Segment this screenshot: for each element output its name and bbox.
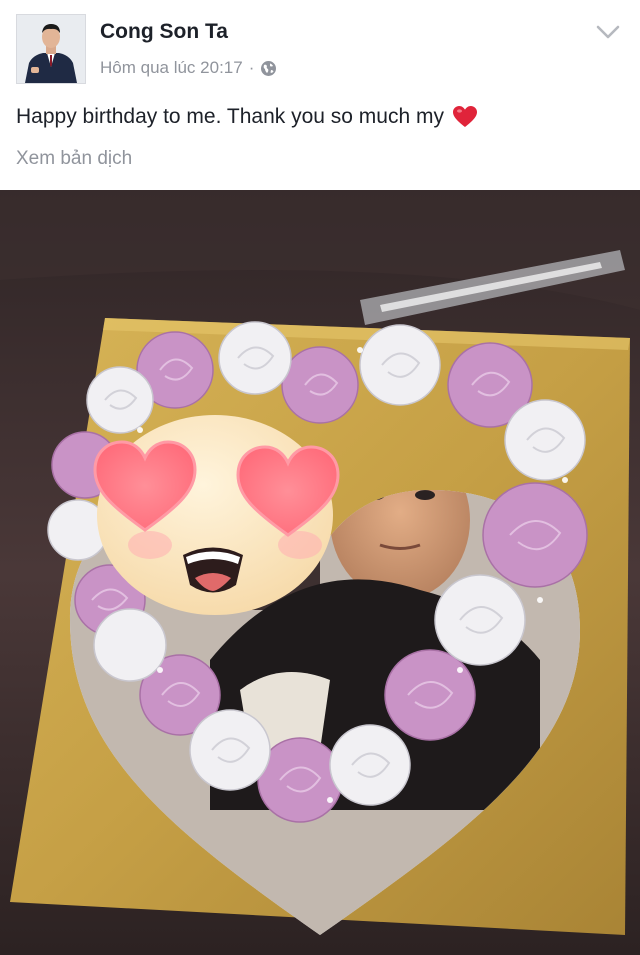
post-message-text: Happy birthday to me. Thank you so much … [16, 105, 444, 128]
meta-separator: · [248, 58, 255, 77]
chevron-down-icon[interactable] [596, 24, 620, 40]
post-header: Cong Son Ta Hôm qua lúc 20:17 · Happy bi… [0, 0, 640, 190]
post-meta: Hôm qua lúc 20:17 · [100, 58, 277, 78]
author-name[interactable]: Cong Son Ta [100, 20, 228, 44]
post-photo[interactable] [0, 190, 640, 955]
heart-emoji-icon [452, 105, 478, 129]
globe-icon[interactable] [260, 60, 277, 77]
see-translation-link[interactable]: Xem bản dịch [16, 148, 132, 170]
birthday-cake-photo [0, 190, 640, 955]
author-avatar[interactable] [16, 14, 86, 84]
post-message: Happy birthday to me. Thank you so much … [16, 105, 478, 129]
avatar-image [17, 15, 85, 83]
post-timestamp[interactable]: Hôm qua lúc 20:17 [100, 58, 243, 78]
